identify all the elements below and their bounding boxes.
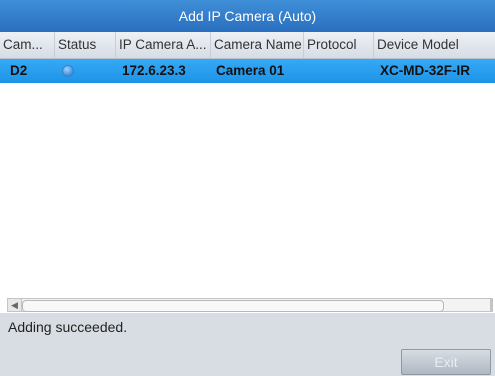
- exit-button[interactable]: Exit: [401, 349, 491, 375]
- horizontal-scrollbar[interactable]: ◀: [7, 298, 493, 312]
- scrollbar-thumb[interactable]: [22, 300, 444, 312]
- add-ip-camera-dialog: Add IP Camera (Auto) Cam... Status IP Ca…: [0, 0, 495, 376]
- status-dot-icon: [62, 65, 74, 77]
- scroll-left-arrow-icon[interactable]: ◀: [8, 299, 22, 311]
- table-row[interactable]: D2 172.6.23.3 Camera 01 XC-MD-32F-IR: [0, 59, 495, 83]
- cell-device-model: XC-MD-32F-IR: [380, 63, 470, 78]
- cell-ip-address: 172.6.23.3: [122, 63, 186, 78]
- column-header-device-model[interactable]: Device Model: [374, 32, 495, 58]
- cell-camera: D2: [10, 63, 28, 78]
- dialog-footer: Exit: [0, 341, 495, 376]
- status-message: Adding succeeded.: [0, 313, 495, 341]
- column-header-camera[interactable]: Cam...: [0, 32, 55, 58]
- column-header-status[interactable]: Status: [55, 32, 116, 58]
- cell-camera-name: Camera 01: [216, 63, 285, 78]
- table-header: Cam... Status IP Camera A... Camera Name…: [0, 32, 495, 59]
- column-header-ip-camera-address[interactable]: IP Camera A...: [116, 32, 211, 58]
- column-header-protocol[interactable]: Protocol: [304, 32, 374, 58]
- scrollbar-right-edge: [490, 299, 492, 311]
- table-body-empty-area: [0, 83, 495, 297]
- cell-protocol: [304, 59, 374, 83]
- dialog-title: Add IP Camera (Auto): [0, 0, 495, 32]
- column-header-camera-name[interactable]: Camera Name: [211, 32, 304, 58]
